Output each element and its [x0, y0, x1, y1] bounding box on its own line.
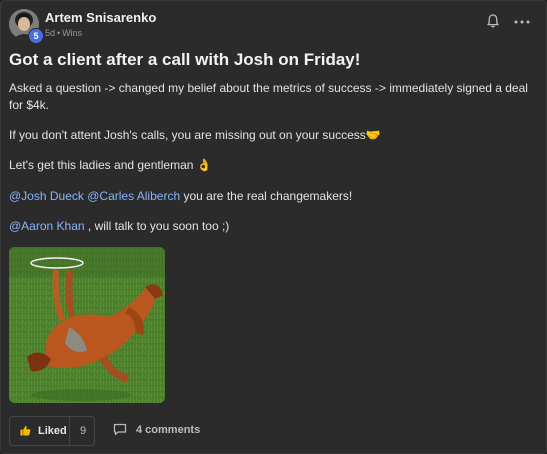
mention-aaron-khan[interactable]: @Aaron Khan	[9, 219, 85, 233]
mention-carles-aliberch[interactable]: @Carles Aliberch	[87, 189, 180, 203]
author-avatar[interactable]: 5	[9, 9, 44, 44]
author-name[interactable]: Artem Snisarenko	[45, 10, 156, 25]
paragraph-3-text: Let's get this ladies and gentleman	[9, 158, 194, 172]
post-paragraph-3: Let's get this ladies and gentleman 👌	[9, 157, 535, 174]
post-paragraph-1: Asked a question -> changed my belief ab…	[9, 81, 528, 112]
post-paragraph-4: @Josh Dueck @Carles Aliberch you are the…	[9, 188, 535, 205]
like-label: Liked	[38, 425, 67, 437]
comment-icon[interactable]	[113, 423, 127, 436]
mention-josh-dueck[interactable]: @Josh Dueck	[9, 189, 84, 203]
more-options-icon[interactable]	[514, 20, 530, 24]
post-image[interactable]	[9, 247, 165, 403]
like-button[interactable]: Liked 9	[9, 416, 95, 446]
post-paragraph-5: @Aaron Khan , will talk to you soon too …	[9, 218, 535, 235]
thumbs-up-icon	[20, 425, 31, 436]
like-divider	[69, 417, 70, 445]
meta-separator: •	[57, 28, 61, 38]
post-meta: 5d • Wins	[45, 28, 82, 38]
level-badge: 5	[28, 28, 44, 44]
ok-hand-icon: 👌	[196, 158, 212, 172]
post-card: 5 Artem Snisarenko 5d • Wins Got a client …	[0, 0, 547, 454]
handshake-icon: 🤝	[365, 128, 381, 142]
paragraph-5-text: , will talk to you soon too ;)	[84, 219, 230, 233]
post-time: 5d	[45, 28, 56, 38]
paragraph-4-text: you are the real changemakers!	[180, 189, 353, 203]
post-title: Got a client after a call with Josh on F…	[9, 50, 361, 69]
comments-link[interactable]: 4 comments	[136, 424, 200, 436]
post-paragraph-2: If you don't attent Josh's calls, you ar…	[9, 127, 535, 144]
bell-icon[interactable]	[485, 13, 501, 29]
like-count[interactable]: 9	[80, 425, 86, 437]
horse-rolling-on-grass-image	[9, 247, 165, 403]
paragraph-2-text: If you don't attent Josh's calls, you ar…	[9, 128, 366, 142]
post-category[interactable]: Wins	[62, 28, 82, 38]
